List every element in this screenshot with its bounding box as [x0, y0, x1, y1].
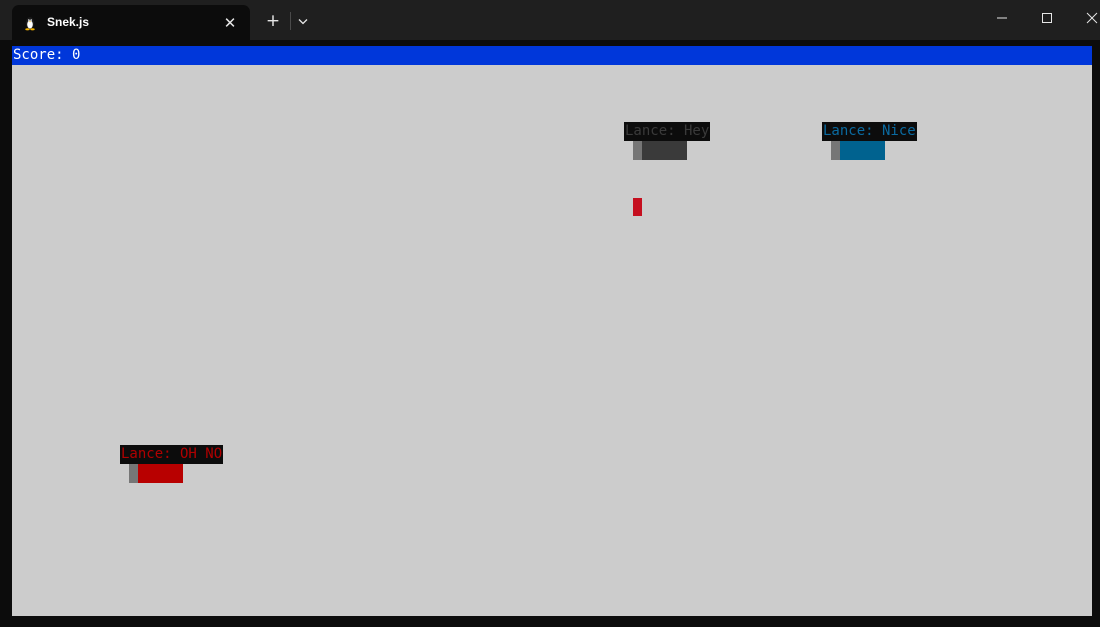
score-text: Score: 0	[13, 47, 81, 63]
close-tab-icon[interactable]: ✕	[220, 13, 240, 33]
snake-label-hey: Lance: Hey	[624, 122, 711, 141]
game-playfield: Score: 0 Lance: Hey Lance: Nice Lance: O…	[12, 46, 1092, 616]
snake-tail-hey	[633, 141, 642, 160]
minimize-icon	[997, 17, 1007, 19]
title-bar: Snek.js ✕ +	[0, 0, 1100, 40]
snake-tail-oh-no	[129, 464, 138, 483]
snake-body-oh-no	[138, 464, 183, 483]
tab-snek[interactable]: Snek.js ✕	[12, 5, 250, 40]
maximize-icon	[1042, 13, 1052, 23]
terminal-window[interactable]: Score: 0 Lance: Hey Lance: Nice Lance: O…	[0, 40, 1100, 627]
snake-body-nice	[840, 141, 885, 160]
chevron-down-icon[interactable]	[294, 10, 312, 32]
minimize-button[interactable]	[980, 0, 1026, 36]
close-icon	[1086, 12, 1098, 24]
food-pellet	[633, 198, 642, 216]
snake-tail-nice	[831, 141, 840, 160]
score-bar: Score: 0	[12, 46, 1092, 65]
close-window-button[interactable]	[1070, 0, 1100, 36]
snake-body-hey	[642, 141, 687, 160]
tab-divider	[290, 12, 291, 30]
tab-title: Snek.js	[47, 15, 90, 29]
new-tab-button[interactable]: +	[262, 10, 284, 32]
linux-penguin-icon	[25, 17, 35, 31]
snake-label-oh-no: Lance: OH NO	[120, 445, 224, 464]
snake-label-nice: Lance: Nice	[822, 122, 917, 141]
maximize-button[interactable]	[1025, 0, 1071, 36]
